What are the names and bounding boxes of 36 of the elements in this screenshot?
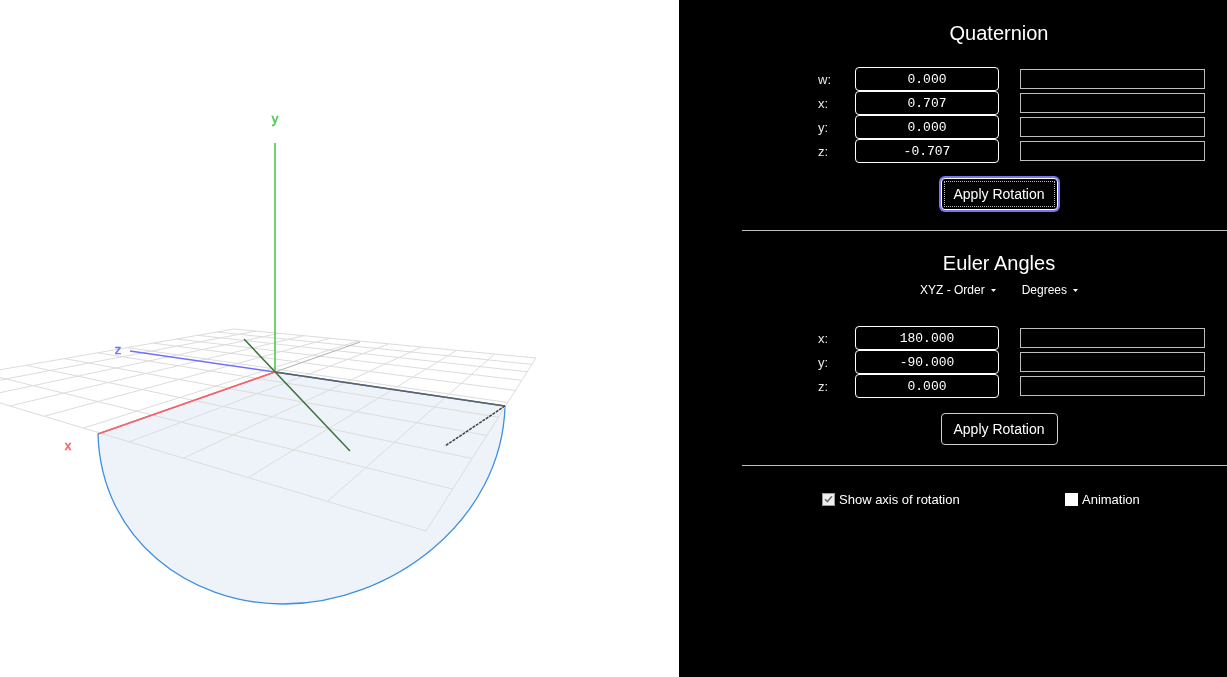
checkbox-label[interactable]: Animation <box>1082 491 1140 507</box>
axis-label: z <box>114 342 122 357</box>
apply-rotation-button[interactable]: Apply Rotation <box>940 178 1058 210</box>
section-title: Euler Angles <box>942 251 1056 275</box>
section-title: Quaternion <box>949 21 1049 45</box>
checkmark-icon <box>824 495 833 503</box>
value-field[interactable]: 0.000 <box>855 115 999 139</box>
input-field[interactable] <box>1020 328 1205 348</box>
value-field[interactable]: -90.000 <box>855 350 999 374</box>
value-field[interactable]: 0.707 <box>855 91 999 115</box>
field-label: w: <box>818 71 832 87</box>
caret-icon <box>1073 288 1078 292</box>
value-field[interactable]: 0.000 <box>855 67 999 91</box>
field-label: y: <box>818 354 830 370</box>
input-field[interactable] <box>1020 376 1205 396</box>
input-field[interactable] <box>1020 141 1205 161</box>
dropdown[interactable]: XYZ - Order <box>919 283 996 297</box>
dropdown[interactable]: Degrees <box>1021 283 1078 297</box>
value-field[interactable]: 180.000 <box>855 326 999 350</box>
input-field[interactable] <box>1020 117 1205 137</box>
field-label: x: <box>818 95 830 111</box>
axis-label: y <box>271 111 279 126</box>
apply-rotation-button[interactable]: Apply Rotation <box>940 413 1058 445</box>
field-label: z: <box>818 378 830 394</box>
field-label: x: <box>818 330 830 346</box>
checkbox-label[interactable]: Show axis of rotation <box>839 491 960 507</box>
caret-icon <box>990 288 996 292</box>
field-label: z: <box>818 143 830 159</box>
input-field[interactable] <box>1020 69 1205 89</box>
field-label: y: <box>818 119 830 135</box>
input-field[interactable] <box>1020 352 1205 372</box>
input-field[interactable] <box>1020 93 1205 113</box>
value-field[interactable]: -0.707 <box>855 139 999 163</box>
value-field[interactable]: 0.000 <box>855 374 999 398</box>
axis-label: x <box>64 438 72 453</box>
checkbox[interactable] <box>822 492 835 506</box>
